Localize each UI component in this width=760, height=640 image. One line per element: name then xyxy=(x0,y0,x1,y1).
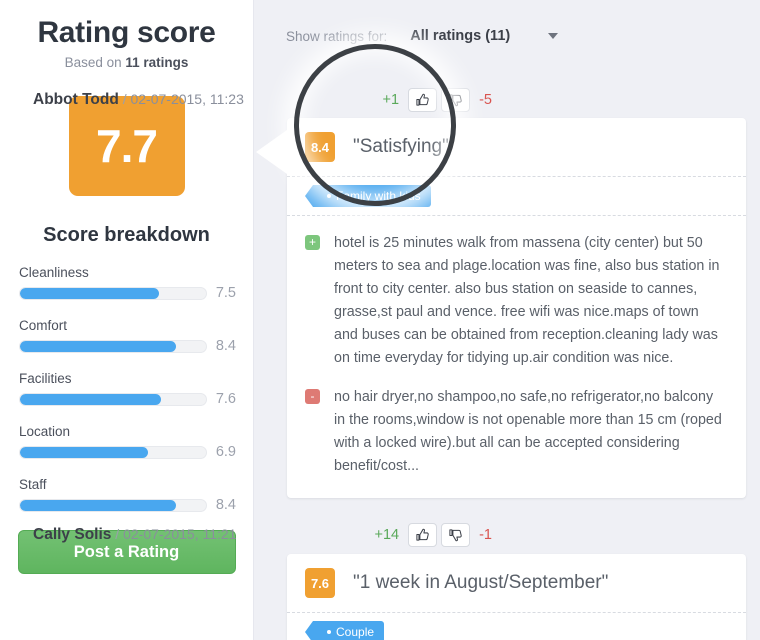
breakdown-bar-fill xyxy=(20,340,177,352)
breakdown-bar-track xyxy=(19,445,207,459)
breakdown-row-location: Location 6.9 xyxy=(19,424,236,460)
breakdown-value: 7.5 xyxy=(215,285,236,301)
review-author: Abbot Todd xyxy=(33,91,119,108)
breakdown-bar-fill xyxy=(20,499,177,511)
review-vote-controls: +14 -1 xyxy=(374,523,492,547)
score-breakdown-list: Cleanliness 7.5 Comfort 8.4 Facilities 7… xyxy=(0,265,253,513)
breakdown-label: Cleanliness xyxy=(19,265,89,280)
breakdown-bar-track xyxy=(19,392,207,406)
review-cons-text: no hair dryer,no shampoo,no safe,no refr… xyxy=(334,389,722,474)
review-header: Abbot Todd / 02-07-2015, 11:23 +1 -5 xyxy=(33,88,492,112)
review-tag[interactable]: Couple xyxy=(304,621,385,640)
filter-selected-value[interactable]: All ratings (11) xyxy=(410,28,510,44)
breakdown-row-staff: Staff 8.4 xyxy=(19,477,236,513)
thumbs-down-button[interactable] xyxy=(441,88,471,112)
review-title-row: 8.4 "Satisfying" xyxy=(287,118,746,176)
page-title: Rating score xyxy=(37,16,216,49)
review-title: "1 week in August/September" xyxy=(353,572,609,593)
rating-count-subtitle: Based on 11 ratings xyxy=(0,55,253,70)
upvote-count: +1 xyxy=(382,92,400,108)
byline-separator: / xyxy=(122,91,127,107)
upvote-count: +14 xyxy=(374,527,400,543)
breakdown-row-comfort: Comfort 8.4 xyxy=(19,318,236,354)
bullet-dot-icon xyxy=(327,193,331,198)
breakdown-label: Location xyxy=(19,424,71,439)
review-tag-row: Couple xyxy=(287,612,746,640)
breakdown-value: 8.4 xyxy=(215,338,236,354)
downvote-count: -1 xyxy=(479,527,492,543)
review-header: Cally Solis / 02-07-2015, 11:21 +14 -1 xyxy=(33,523,492,547)
breakdown-label: Staff xyxy=(19,477,47,492)
review-date: 02-07-2015, 11:23 xyxy=(130,91,244,107)
bullet-dot-icon xyxy=(327,629,331,634)
breakdown-value: 6.9 xyxy=(215,444,236,460)
review-pros-text: hotel is 25 minutes walk from massena (c… xyxy=(334,235,720,366)
based-on-count: 11 ratings xyxy=(125,55,189,70)
breakdown-bar-fill xyxy=(20,393,162,405)
review-byline: Abbot Todd / 02-07-2015, 11:23 xyxy=(33,91,244,109)
score-breakdown-title: Score breakdown xyxy=(43,224,210,246)
review-title-row: 7.6 "1 week in August/September" xyxy=(287,554,746,612)
review-vote-controls: +1 -5 xyxy=(383,88,492,112)
breakdown-bar-track xyxy=(19,498,207,512)
review-score-badge: 7.6 xyxy=(305,568,335,598)
breakdown-row-facilities: Facilities 7.6 xyxy=(19,371,236,407)
chevron-down-icon[interactable] xyxy=(548,33,559,39)
thumbs-up-button[interactable] xyxy=(408,523,438,547)
review-tag[interactable]: Family with kids xyxy=(305,185,431,207)
review-author: Cally Solis xyxy=(33,526,112,543)
based-on-prefix: Based on xyxy=(64,55,126,70)
ratings-filter: Show ratings for: All ratings (11) xyxy=(286,28,559,44)
downvote-count: -5 xyxy=(479,92,492,108)
minus-icon: - xyxy=(305,389,320,404)
filter-label: Show ratings for: xyxy=(286,28,388,44)
review-pros-block: + hotel is 25 minutes walk from massena … xyxy=(287,216,746,370)
breakdown-bar-fill xyxy=(20,287,160,299)
review-tag-row: Family with kids xyxy=(287,176,746,216)
plus-icon: + xyxy=(305,235,320,250)
review-date: 02-07-2015, 11:21 xyxy=(123,526,237,542)
breakdown-label: Facilities xyxy=(19,371,72,386)
review-score-badge: 8.4 xyxy=(305,132,335,162)
review-card: 7.6 "1 week in August/September" Couple xyxy=(287,554,746,640)
card-pointer-arrow xyxy=(256,130,287,174)
breakdown-bar-fill xyxy=(20,446,149,458)
review-tag-label: Family with kids xyxy=(336,189,421,203)
breakdown-bar-track xyxy=(19,286,207,300)
thumbs-up-button[interactable] xyxy=(408,88,438,112)
review-byline: Cally Solis / 02-07-2015, 11:21 xyxy=(33,526,236,544)
breakdown-value: 8.4 xyxy=(215,497,236,513)
breakdown-label: Comfort xyxy=(19,318,68,333)
breakdown-bar-track xyxy=(19,339,207,353)
breakdown-value: 7.6 xyxy=(215,391,236,407)
byline-separator: / xyxy=(115,526,120,542)
review-cons-block: - no hair dryer,no shampoo,no safe,no re… xyxy=(287,370,746,498)
rating-page: Rating score Based on 11 ratings 7.7 Sco… xyxy=(0,0,760,640)
review-tag-label: Couple xyxy=(336,625,375,639)
review-card: 8.4 "Satisfying" Family with kids + hote… xyxy=(256,118,746,498)
breakdown-row-cleanliness: Cleanliness 7.5 xyxy=(19,265,236,301)
thumbs-down-button[interactable] xyxy=(441,523,471,547)
review-title: "Satisfying" xyxy=(353,136,449,157)
